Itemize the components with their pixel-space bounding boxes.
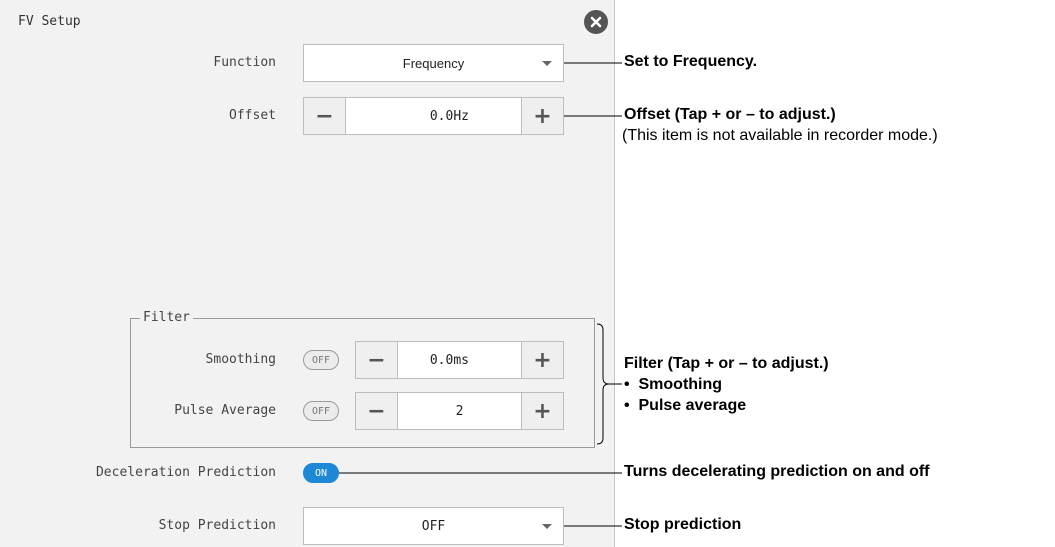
annotation-deceleration: Turns decelerating prediction on and off [624, 463, 930, 480]
annotation-function: Set to Frequency. [624, 53, 758, 70]
annotation-stop: Stop prediction [624, 516, 742, 533]
annotation-filter: Filter (Tap + or – to adjust.) [624, 355, 829, 372]
annotation-filter-item-pulse-average: • Pulse average [624, 397, 747, 414]
annotation-offset-note: (This item is not available in recorder … [622, 127, 938, 144]
annotation-offset: Offset (Tap + or – to adjust.) [624, 106, 836, 123]
annotation-filter-item-smoothing: • Smoothing [624, 376, 723, 393]
